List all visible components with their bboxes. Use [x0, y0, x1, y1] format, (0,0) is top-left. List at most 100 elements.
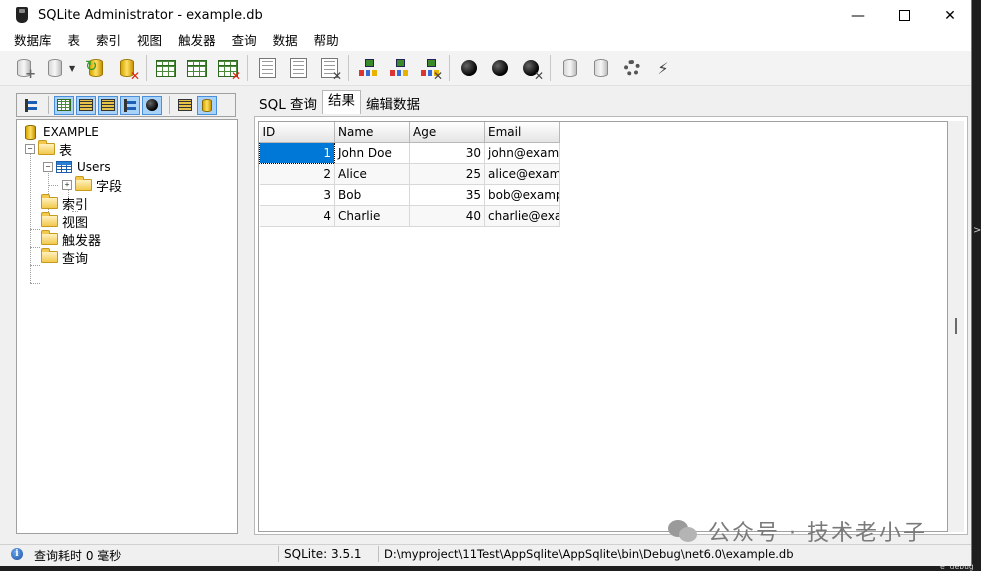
cell-email[interactable]: alice@examp	[484, 163, 560, 185]
column-header-name[interactable]: Name	[334, 122, 410, 143]
tree-node-queries[interactable]: 查询	[41, 248, 88, 267]
schema-panel: EXAMPLE − 表 − Users + 字段 索引 视图 触发器 查询	[16, 93, 238, 534]
column-header-id[interactable]: ID	[259, 122, 335, 143]
tree-node-triggers[interactable]: 触发器	[41, 230, 101, 249]
index-edit-icon	[289, 58, 307, 78]
database-icon	[202, 98, 212, 112]
cell-age[interactable]: 40	[409, 205, 485, 227]
table-icon	[56, 161, 72, 173]
tree-node-indexes[interactable]: 索引	[41, 194, 88, 213]
show-views-toggle[interactable]	[120, 95, 140, 115]
menu-database[interactable]: 数据库	[0, 31, 60, 51]
sqlite-app-icon	[16, 7, 28, 23]
menu-help[interactable]: 帮助	[306, 31, 347, 51]
tree-view-button[interactable]	[21, 96, 41, 115]
watermark-text: 公众号 · 技术老小子	[708, 521, 927, 546]
scrollbar-thumb[interactable]	[955, 318, 957, 334]
cell-id[interactable]: 3	[259, 184, 335, 206]
cell-age[interactable]: 35	[409, 184, 485, 206]
menu-data[interactable]: 数据	[265, 31, 306, 51]
tree-node-tables[interactable]: − 表	[25, 140, 72, 159]
column-header-email[interactable]: Email	[484, 122, 560, 143]
cell-name[interactable]: Bob	[334, 184, 410, 206]
cell-id[interactable]: 4	[259, 205, 335, 227]
collapse-icon[interactable]: −	[43, 162, 53, 172]
tree-connector	[30, 247, 40, 248]
expand-icon[interactable]: +	[62, 180, 72, 190]
tree-node-views[interactable]: 视图	[41, 212, 88, 231]
results-grid[interactable]: ID Name Age Email 1 John Doe 30 john@exa…	[258, 121, 948, 532]
show-tables-toggle[interactable]	[54, 95, 74, 115]
menu-trigger[interactable]: 触发器	[170, 31, 224, 51]
collapse-icon[interactable]: −	[25, 144, 35, 154]
tree-node-database[interactable]: EXAMPLE	[25, 123, 99, 141]
tree-node-users[interactable]: − Users	[43, 158, 111, 176]
edit-trigger-button[interactable]	[486, 54, 514, 82]
cell-name[interactable]: Charlie	[334, 205, 410, 227]
edit-table-button[interactable]	[183, 54, 211, 82]
show-indexes-toggle[interactable]	[98, 95, 118, 115]
backup-button[interactable]	[587, 54, 615, 82]
edit-view-button[interactable]	[385, 54, 413, 82]
edit-index-button[interactable]	[284, 54, 312, 82]
menu-view[interactable]: 视图	[129, 31, 170, 51]
open-database-button[interactable]	[41, 54, 69, 82]
show-triggers-toggle[interactable]	[142, 95, 162, 115]
tab-edit-data[interactable]: 编辑数据	[361, 94, 425, 114]
vertical-scrollbar[interactable]	[948, 121, 964, 532]
table-row[interactable]: 1 John Doe 30 john@examp	[259, 141, 560, 164]
create-index-button[interactable]	[253, 54, 281, 82]
drop-table-button[interactable]: ✕	[214, 54, 242, 82]
open-database-dropdown-icon[interactable]: ▼	[69, 64, 79, 73]
cell-id[interactable]: 1	[259, 141, 335, 164]
tree-connector	[30, 146, 31, 283]
main-toolbar: + ▼ ↻ ✕ ✕ ✕ ✕ ✕ ⚡	[0, 51, 971, 86]
watermark: 公众号 · 技术老小子	[668, 514, 927, 548]
column-header-age[interactable]: Age	[409, 122, 485, 143]
maximize-button[interactable]	[881, 0, 927, 31]
database-info-button[interactable]	[556, 54, 584, 82]
tree-connector	[30, 283, 40, 284]
create-trigger-button[interactable]	[455, 54, 483, 82]
new-database-button[interactable]: +	[10, 54, 38, 82]
settings-button[interactable]	[618, 54, 646, 82]
cell-name[interactable]: John Doe	[334, 142, 410, 164]
title-bar[interactable]: SQLite Administrator - example.db — ✕	[0, 0, 971, 31]
trigger-bomb-icon	[461, 60, 477, 76]
create-table-button[interactable]	[152, 54, 180, 82]
menu-query[interactable]: 查询	[224, 31, 265, 51]
cell-email[interactable]: john@examp	[484, 142, 560, 164]
table-row[interactable]: 3 Bob 35 bob@examp	[259, 184, 560, 206]
cell-age[interactable]: 25	[409, 163, 485, 185]
drop-view-button[interactable]: ✕	[416, 54, 444, 82]
execute-button[interactable]: ⚡	[649, 54, 677, 82]
results-table: ID Name Age Email 1 John Doe 30 john@exa…	[259, 122, 560, 227]
tab-results[interactable]: 结果	[322, 90, 362, 114]
cell-name[interactable]: Alice	[334, 163, 410, 185]
delete-x-icon: ✕	[331, 69, 342, 83]
cell-id[interactable]: 2	[259, 163, 335, 185]
schema-tree: EXAMPLE − 表 − Users + 字段 索引 视图 触发器 查询	[16, 119, 238, 534]
cell-age[interactable]: 30	[409, 142, 485, 164]
table-row[interactable]: 2 Alice 25 alice@examp	[259, 163, 560, 185]
drop-trigger-button[interactable]: ✕	[517, 54, 545, 82]
menu-table[interactable]: 表	[60, 31, 89, 51]
show-fields-toggle[interactable]	[76, 95, 96, 115]
view-icon	[124, 98, 136, 112]
table-row[interactable]: 4 Charlie 40 charlie@exa	[259, 205, 560, 227]
cell-email[interactable]: charlie@exa	[484, 205, 560, 227]
close-button[interactable]: ✕	[927, 0, 973, 31]
show-queries-toggle[interactable]	[175, 96, 195, 115]
create-view-button[interactable]	[354, 54, 382, 82]
tree-node-fields[interactable]: + 字段	[62, 176, 122, 195]
minimize-button[interactable]: —	[835, 0, 881, 31]
drop-index-button[interactable]: ✕	[315, 54, 343, 82]
cell-email[interactable]: bob@examp	[484, 184, 560, 206]
show-database-toggle[interactable]	[197, 95, 217, 115]
trigger-edit-icon	[492, 60, 508, 76]
toolbar-separator	[247, 55, 248, 81]
tab-sql-query[interactable]: SQL 查询	[254, 94, 322, 114]
refresh-database-button[interactable]: ↻	[82, 54, 110, 82]
menu-index[interactable]: 索引	[88, 31, 129, 51]
delete-database-button[interactable]: ✕	[113, 54, 141, 82]
